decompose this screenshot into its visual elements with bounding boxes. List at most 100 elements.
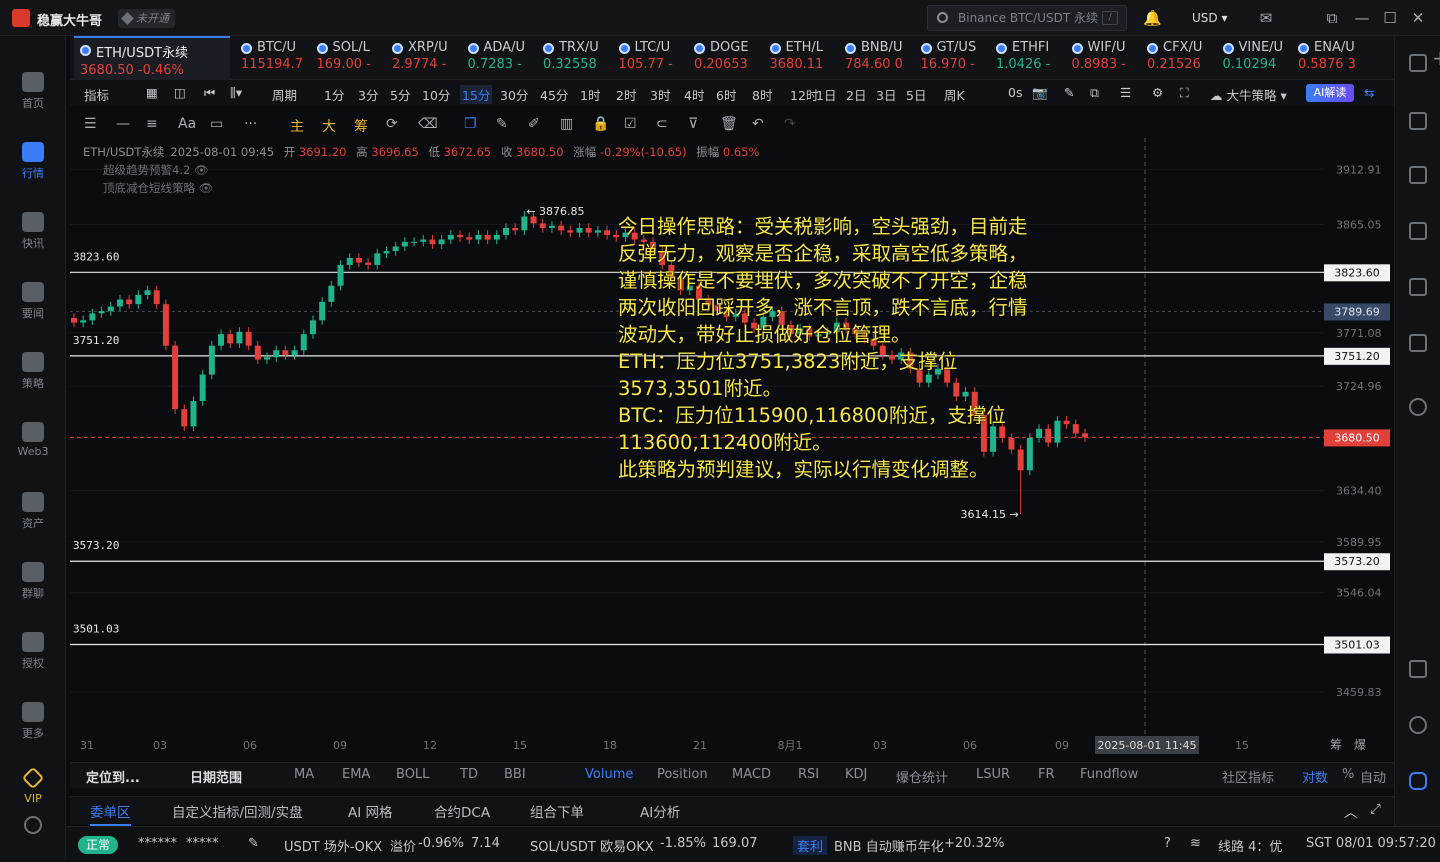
nav-settings[interactable] <box>0 806 66 862</box>
ticker-item[interactable]: ADA/U 0.7283 - <box>462 36 538 80</box>
settings-icon[interactable]: ⚙ <box>1152 85 1163 100</box>
indicator-tab-9[interactable]: MACD <box>732 767 771 782</box>
ticker-item[interactable]: SOL/L 169.00 - <box>311 36 387 80</box>
minimize-icon[interactable]: — <box>1353 9 1371 27</box>
menu-icon[interactable]: ☰ <box>84 116 97 132</box>
timeframe-4[interactable]: 5分 <box>390 85 410 104</box>
edit-icon[interactable]: ✎ <box>248 836 259 851</box>
crop-icon[interactable]: ⧉ <box>1090 85 1099 101</box>
more-icon[interactable]: ··· <box>244 116 257 132</box>
timeframe-3[interactable]: 3分 <box>358 85 378 104</box>
ai-interpret-button[interactable]: AI解读 <box>1306 84 1354 102</box>
indicator-tab-10[interactable]: RSI <box>798 767 819 782</box>
ticker-item[interactable]: ENA/U 0.5876 3 <box>1292 36 1368 80</box>
timeframe-5[interactable]: 10分 <box>422 85 450 104</box>
indicator-tab-13[interactable]: LSUR <box>976 767 1010 782</box>
indicator-tab-3[interactable]: EMA <box>342 767 370 782</box>
timeframe-14[interactable]: 8时 <box>752 85 772 104</box>
ticker-item[interactable]: BTC/U 115194.7 <box>235 36 311 80</box>
timeframe-11[interactable]: 3时 <box>650 85 670 104</box>
ticker-item[interactable]: ETHFI 1.0426 - <box>990 36 1066 80</box>
expand-icon[interactable]: ⤢ <box>1370 801 1381 817</box>
ticker-item[interactable]: XRP/U 2.9774 - <box>386 36 462 80</box>
add-ticker-icon[interactable]: + <box>1432 46 1440 70</box>
indicator-tab-16[interactable]: 社区指标 <box>1222 767 1274 786</box>
panel-tab-5[interactable]: AI分析 <box>640 801 680 821</box>
timeframe-18[interactable]: 3日 <box>876 85 896 104</box>
checklist-icon[interactable]: ☑ <box>624 116 637 132</box>
layout-icon[interactable] <box>1409 660 1427 678</box>
indicator-tab-0[interactable]: 定位到... <box>86 767 140 786</box>
indicator-tab-18[interactable]: % <box>1342 767 1354 782</box>
nav-home[interactable]: 首页 <box>0 64 66 120</box>
nav-more[interactable]: 更多 <box>0 694 66 750</box>
candle-type-icon[interactable]: ⫼▾ <box>230 85 242 101</box>
ticker-item[interactable]: LTC/U 105.77 - <box>613 36 689 80</box>
rewind-icon[interactable]: ⏮ <box>204 85 215 101</box>
document-icon[interactable] <box>1409 112 1427 130</box>
mail-icon[interactable]: ✉ <box>1257 9 1275 27</box>
wallet-icon[interactable] <box>1409 334 1427 352</box>
copy-icon[interactable]: ❐ <box>464 116 477 132</box>
indicator-tab-8[interactable]: Position <box>657 767 708 782</box>
indicator-tab-2[interactable]: MA <box>294 767 314 782</box>
chips-tool[interactable]: 筹 <box>354 116 368 136</box>
indicator-tab-1[interactable]: 日期范围 <box>190 767 242 786</box>
multi-line-icon[interactable]: ≡ <box>146 116 158 132</box>
nav-market[interactable]: 行情 <box>0 134 66 190</box>
search-input[interactable]: Binance BTC/USDT 永续 / <box>927 5 1127 31</box>
dollar-icon[interactable] <box>1409 166 1427 184</box>
list-icon[interactable]: ☰ <box>1120 85 1131 100</box>
help-icon[interactable]: ? <box>1164 836 1171 851</box>
nav-assets[interactable]: 资产 <box>0 484 66 540</box>
filter-icon[interactable]: ⊽ <box>688 116 698 132</box>
refresh-icon[interactable] <box>1409 398 1427 416</box>
pencil-icon[interactable]: ✎ <box>496 116 508 132</box>
close-icon[interactable]: ✕ <box>1409 9 1427 27</box>
ticker-item[interactable]: TRX/U 0.32558 <box>537 36 613 80</box>
draw-icon[interactable]: ✎ <box>1064 85 1074 100</box>
share-icon[interactable]: ⇆ <box>1364 85 1374 100</box>
indicator-supertrend[interactable]: 超级趋势预警4.2 👁 <box>103 162 209 178</box>
strategy-menu[interactable]: ☁ 大牛策略 ▾ <box>1210 85 1287 104</box>
ticker-item[interactable]: VINE/U 0.10294 <box>1217 36 1293 80</box>
timeframe-12[interactable]: 4时 <box>684 85 704 104</box>
monitor-icon[interactable] <box>1409 278 1427 296</box>
big-order-tool[interactable]: 大 <box>322 116 336 136</box>
indicator-tab-17[interactable]: 对数 <box>1302 767 1328 786</box>
panel-tab-4[interactable]: 组合下单 <box>530 801 584 821</box>
indicator-tab-15[interactable]: Fundflow <box>1080 767 1138 782</box>
hidden-balance-1[interactable]: ****** <box>138 836 177 851</box>
timeframe-15[interactable]: 12时 <box>790 85 818 104</box>
indicator-tab-7[interactable]: Volume <box>585 767 633 782</box>
indicator-tab-14[interactable]: FR <box>1038 767 1055 782</box>
line-status[interactable]: 线路 4：优 <box>1218 836 1282 855</box>
cycle-icon[interactable]: ⟳ <box>386 116 398 132</box>
timeframe-8[interactable]: 45分 <box>540 85 568 104</box>
timeframe-13[interactable]: 6时 <box>716 85 736 104</box>
magnet-icon[interactable]: ⊂ <box>656 116 668 132</box>
timeframe-1[interactable]: 周期 <box>272 85 297 104</box>
timeframe-17[interactable]: 2日 <box>846 85 866 104</box>
bell-icon[interactable]: 🔔 <box>1143 9 1162 27</box>
ticker-item[interactable]: DOGE 0.20653 <box>688 36 764 80</box>
pattern-icon[interactable]: ▥ <box>560 116 573 132</box>
indicator-tab-12[interactable]: 爆仓统计 <box>896 767 948 786</box>
bar-chart-icon[interactable] <box>1409 222 1427 240</box>
timeframe-0[interactable]: 指标 <box>84 85 109 104</box>
ticker-item[interactable]: WIF/U 0.8983 - <box>1066 36 1142 80</box>
currency-select[interactable]: USD ▾ <box>1184 8 1235 28</box>
panel-tab-0[interactable]: 委单区 <box>90 801 131 826</box>
nav-chat[interactable]: 群聊 <box>0 554 66 610</box>
timeframe-21[interactable]: 0s <box>1008 85 1022 100</box>
timeframe-9[interactable]: 1时 <box>580 85 600 104</box>
undo-icon[interactable]: ↶ <box>752 116 764 132</box>
nav-web3[interactable]: Web3 <box>0 414 66 470</box>
ruler-icon[interactable]: ▭ <box>210 116 223 132</box>
grid-icon[interactable] <box>1409 54 1427 72</box>
timeframe-20[interactable]: 周K <box>944 85 965 104</box>
timeframe-6[interactable]: 15分 <box>460 85 493 104</box>
timeframe-2[interactable]: 1分 <box>324 85 344 104</box>
headset-icon[interactable] <box>1409 716 1427 734</box>
brush-icon[interactable]: ✐ <box>528 116 540 132</box>
